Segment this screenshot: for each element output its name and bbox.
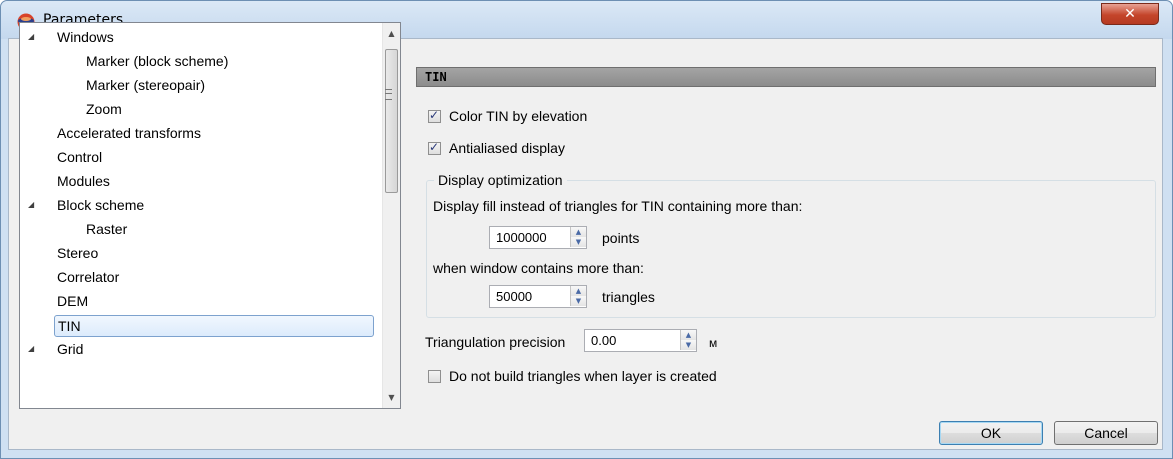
spin-up-icon[interactable]: ▲	[680, 330, 696, 340]
tree-item-modules[interactable]: Modules	[57, 170, 110, 192]
tree-item-marker-stereopair[interactable]: Marker (stereopair)	[86, 74, 205, 96]
tree-item-grid[interactable]: Grid	[57, 338, 83, 360]
tree-scrollbar[interactable]: ▲ ▼	[382, 23, 400, 408]
points-spinbox[interactable]: ▲ ▼	[489, 226, 587, 249]
triangulation-precision-label: Triangulation precision	[425, 334, 566, 350]
no-build-triangles-checkbox[interactable]	[428, 370, 441, 383]
section-title: TIN	[425, 70, 447, 84]
triangles-spinbox[interactable]: ▲ ▼	[489, 285, 587, 308]
tree-item-tin[interactable]: TIN	[54, 315, 374, 337]
points-unit-label: points	[602, 230, 640, 246]
precision-spinbox[interactable]: ▲ ▼	[584, 329, 697, 352]
spin-down-icon[interactable]: ▼	[570, 296, 586, 306]
scroll-down-icon[interactable]: ▼	[383, 389, 400, 406]
no-build-triangles-label: Do not build triangles when layer is cre…	[449, 368, 717, 384]
tree-item-zoom[interactable]: Zoom	[86, 98, 122, 120]
check-mark-icon: ✓	[429, 140, 440, 154]
triangles-unit-label: triangles	[602, 289, 655, 305]
ok-button[interactable]: OK	[939, 421, 1043, 445]
tree-item-correlator[interactable]: Correlator	[57, 266, 119, 288]
close-button[interactable]: ✕	[1101, 3, 1159, 25]
check-mark-icon: ✓	[429, 108, 440, 122]
spin-down-icon[interactable]: ▼	[680, 340, 696, 350]
expand-block-scheme-icon[interactable]: ◢	[28, 194, 34, 216]
scrollbar-grip-icon	[385, 89, 392, 100]
color-by-elevation-label: Color TIN by elevation	[449, 108, 588, 124]
window-threshold-text: when window contains more than:	[433, 260, 644, 276]
tree-item-accelerated-transforms[interactable]: Accelerated transforms	[57, 122, 201, 144]
display-optimization-title: Display optimization	[434, 172, 567, 188]
fill-threshold-text: Display fill instead of triangles for TI…	[433, 198, 803, 214]
spin-up-icon[interactable]: ▲	[570, 227, 586, 237]
antialiased-label: Antialiased display	[449, 140, 565, 156]
color-by-elevation-checkbox[interactable]: ✓	[428, 108, 441, 123]
tree-item-raster[interactable]: Raster	[86, 218, 127, 240]
scrollbar-thumb[interactable]	[385, 49, 398, 193]
tree-item-windows[interactable]: Windows	[57, 26, 114, 48]
close-icon: ✕	[1124, 6, 1136, 22]
triangles-input[interactable]	[490, 286, 570, 307]
precision-unit-label: м	[709, 336, 718, 350]
category-tree[interactable]: ◢ Windows Marker (block scheme) Marker (…	[19, 22, 401, 409]
precision-input[interactable]	[585, 330, 680, 351]
spin-up-icon[interactable]: ▲	[570, 286, 586, 296]
tree-item-dem[interactable]: DEM	[57, 290, 88, 312]
section-header: TIN	[416, 67, 1156, 87]
tree-item-stereo[interactable]: Stereo	[57, 242, 98, 264]
tree-item-control[interactable]: Control	[57, 146, 102, 168]
expand-grid-icon[interactable]: ◢	[28, 338, 34, 360]
tree-item-marker-block-scheme[interactable]: Marker (block scheme)	[86, 50, 228, 72]
spin-down-icon[interactable]: ▼	[570, 237, 586, 247]
antialiased-checkbox[interactable]: ✓	[428, 140, 441, 155]
points-input[interactable]	[490, 227, 570, 248]
cancel-button[interactable]: Cancel	[1054, 421, 1158, 445]
expand-windows-icon[interactable]: ◢	[28, 26, 34, 48]
scroll-up-icon[interactable]: ▲	[383, 25, 400, 42]
tree-item-block-scheme[interactable]: Block scheme	[57, 194, 144, 216]
